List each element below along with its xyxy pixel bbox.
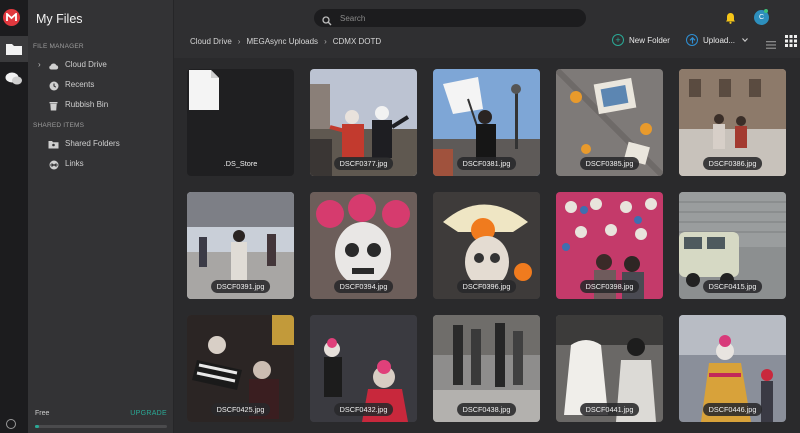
sidebar-item-label: Cloud Drive bbox=[65, 60, 107, 69]
sidebar-item-label: Rubbish Bin bbox=[65, 100, 109, 109]
sidebar-item-shared-folders[interactable]: Shared Folders bbox=[28, 135, 174, 153]
file-tile-dscf0415[interactable]: DSCF0415.jpg bbox=[679, 192, 786, 299]
help-icon[interactable] bbox=[6, 419, 16, 429]
cloud-icon bbox=[48, 60, 59, 71]
file-name: DSCF0394.jpg bbox=[333, 280, 394, 293]
file-manager-section-label: FILE MANAGER bbox=[33, 43, 84, 50]
file-name: DSCF0396.jpg bbox=[456, 280, 517, 293]
file-name: DSCF0391.jpg bbox=[210, 280, 271, 293]
chevron-down-icon[interactable] bbox=[742, 38, 748, 42]
notifications-bell-icon[interactable] bbox=[725, 11, 736, 29]
trash-icon bbox=[48, 100, 59, 111]
file-tile-dscf0385[interactable]: DSCF0385.jpg bbox=[556, 69, 663, 176]
sidebar: My Files FILE MANAGER › Cloud Drive Rece… bbox=[28, 0, 174, 433]
upload-label: Upload... bbox=[703, 35, 736, 45]
grid-view-icon[interactable] bbox=[785, 34, 797, 52]
file-name: DSCF0386.jpg bbox=[702, 157, 763, 170]
file-tile-dscf0438[interactable]: DSCF0438.jpg bbox=[433, 315, 540, 422]
file-tile-dscf0425[interactable]: DSCF0425.jpg bbox=[187, 315, 294, 422]
file-name: DSCF0446.jpg bbox=[702, 403, 763, 416]
breadcrumb-item-current-folder[interactable]: CDMX DOTD bbox=[333, 37, 381, 46]
generic-file-icon bbox=[189, 70, 219, 110]
sidebar-item-label: Links bbox=[65, 159, 84, 168]
link-icon bbox=[48, 159, 59, 170]
file-name: DSCF0438.jpg bbox=[456, 403, 517, 416]
file-name: DSCF0381.jpg bbox=[456, 157, 517, 170]
breadcrumb: Cloud Drive › MEGAsync Uploads › CDMX DO… bbox=[190, 37, 381, 46]
search-input[interactable] bbox=[340, 11, 570, 25]
file-tile-dscf0446[interactable]: DSCF0446.jpg bbox=[679, 315, 786, 422]
file-tile-dscf0432[interactable]: DSCF0432.jpg bbox=[310, 315, 417, 422]
storage-footer: Free UPGRADE bbox=[28, 407, 174, 433]
plan-label: Free bbox=[35, 410, 50, 417]
file-tile-dscf0377[interactable]: DSCF0377.jpg bbox=[310, 69, 417, 176]
file-name: DSCF0441.jpg bbox=[579, 403, 640, 416]
search-bar[interactable] bbox=[314, 9, 586, 27]
upload-button[interactable]: Upload... bbox=[686, 34, 748, 46]
file-tile-dscf0391[interactable]: DSCF0391.jpg bbox=[187, 192, 294, 299]
new-folder-button[interactable]: + New Folder bbox=[612, 34, 670, 46]
mega-logo-icon[interactable] bbox=[3, 9, 20, 26]
storage-usage-fill bbox=[35, 425, 39, 428]
rail-chat-icon[interactable] bbox=[0, 66, 28, 92]
clock-icon bbox=[48, 80, 59, 91]
file-name: .DS_Store bbox=[223, 159, 258, 168]
sidebar-item-label: Recents bbox=[65, 80, 95, 89]
breadcrumb-separator-icon: › bbox=[324, 37, 327, 46]
plus-circle-icon: + bbox=[612, 34, 624, 46]
breadcrumb-item-megasync-uploads[interactable]: MEGAsync Uploads bbox=[246, 37, 318, 46]
file-tile-dscf0396[interactable]: DSCF0396.jpg bbox=[433, 192, 540, 299]
shared-items-section-label: SHARED ITEMS bbox=[33, 122, 85, 129]
file-tile-dscf0394[interactable]: DSCF0394.jpg bbox=[310, 192, 417, 299]
sidebar-item-label: Shared Folders bbox=[65, 139, 120, 148]
file-name: DSCF0415.jpg bbox=[702, 280, 763, 293]
sidebar-title: My Files bbox=[36, 12, 83, 26]
file-tile-ds-store[interactable]: .DS_Store bbox=[187, 69, 294, 176]
list-view-icon[interactable] bbox=[766, 36, 776, 54]
sidebar-item-cloud-drive[interactable]: › Cloud Drive bbox=[28, 56, 174, 74]
new-folder-label: New Folder bbox=[629, 35, 670, 45]
file-name: DSCF0425.jpg bbox=[210, 403, 271, 416]
mega-app-window: My Files FILE MANAGER › Cloud Drive Rece… bbox=[0, 0, 800, 433]
file-tile-dscf0381[interactable]: DSCF0381.jpg bbox=[433, 69, 540, 176]
breadcrumb-item-cloud-drive[interactable]: Cloud Drive bbox=[190, 37, 232, 46]
breadcrumb-separator-icon: › bbox=[237, 37, 241, 46]
top-header: C Cloud Drive › MEGAsync Uploads › CDMX … bbox=[174, 0, 800, 58]
app-rail bbox=[0, 0, 28, 433]
file-name: DSCF0398.jpg bbox=[579, 280, 640, 293]
file-name: DSCF0432.jpg bbox=[333, 403, 394, 416]
sidebar-item-recents[interactable]: Recents bbox=[28, 76, 174, 94]
storage-usage-bar bbox=[35, 425, 167, 428]
file-tile-dscf0398[interactable]: DSCF0398.jpg bbox=[556, 192, 663, 299]
shared-folder-icon bbox=[48, 139, 59, 150]
upgrade-link[interactable]: UPGRADE bbox=[130, 410, 167, 417]
chevron-right-icon[interactable]: › bbox=[38, 60, 41, 69]
file-tile-dscf0441[interactable]: DSCF0441.jpg bbox=[556, 315, 663, 422]
search-icon bbox=[322, 13, 332, 31]
file-tile-dscf0386[interactable]: DSCF0386.jpg bbox=[679, 69, 786, 176]
file-name: DSCF0385.jpg bbox=[579, 157, 640, 170]
file-name: DSCF0377.jpg bbox=[333, 157, 394, 170]
sidebar-item-links[interactable]: Links bbox=[28, 155, 174, 173]
rail-cloud-drive-folder-icon[interactable] bbox=[0, 36, 28, 62]
sidebar-item-rubbish-bin[interactable]: Rubbish Bin bbox=[28, 96, 174, 114]
online-status-dot bbox=[764, 9, 768, 13]
upload-arrow-icon bbox=[686, 34, 698, 46]
